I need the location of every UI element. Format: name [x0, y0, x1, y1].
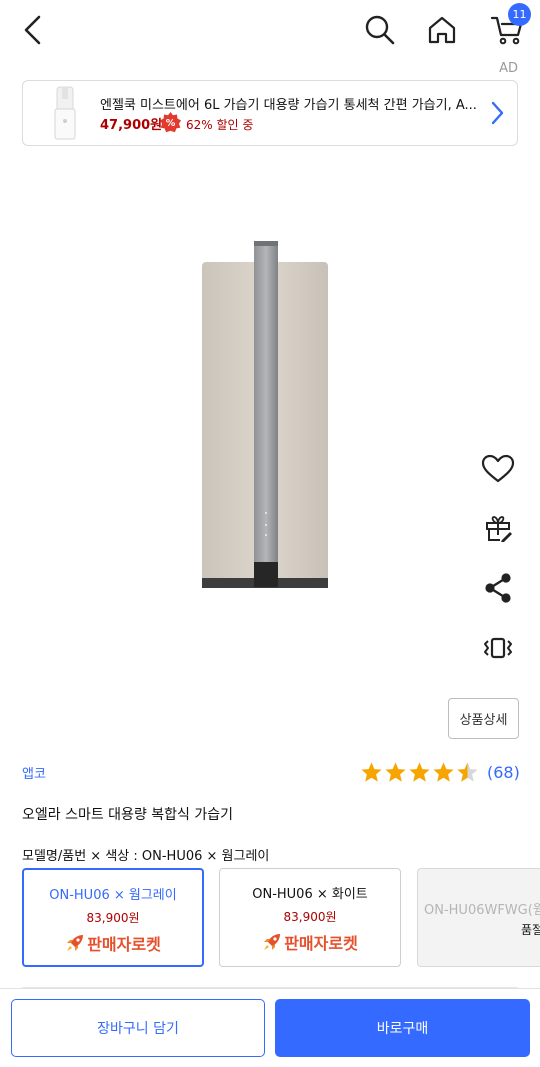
- svg-text:%: %: [166, 118, 176, 129]
- ad-label: AD: [499, 61, 518, 76]
- star-icon: [385, 761, 406, 782]
- option-card-white[interactable]: ON-HU06 × 화이트 83,900원 판매자로켓: [219, 868, 401, 967]
- home-button[interactable]: [422, 10, 462, 50]
- option-card-warm-gray[interactable]: ON-HU06 × 웜그레이 83,900원 판매자로켓: [22, 868, 204, 967]
- cart-count-badge: 11: [508, 3, 531, 26]
- add-to-cart-button[interactable]: 장바구니 담기: [11, 999, 265, 1057]
- top-bar: 11: [0, 0, 540, 60]
- ad-price: 47,900원: [100, 118, 163, 133]
- product-image: [202, 241, 328, 588]
- product-page: 11 AD 엔젤쿡 미스트에어 6L 가습기 대용량 가습기 통세척 간편 가습…: [0, 0, 540, 1067]
- ad-discount: 62% 할인 중: [186, 118, 254, 132]
- search-icon: [365, 15, 395, 45]
- ad-product-thumbnail: [54, 86, 76, 140]
- share-icon: [485, 573, 511, 603]
- buy-now-button[interactable]: 바로구매: [275, 999, 530, 1057]
- seller-rocket-badge: 판매자로켓: [24, 931, 202, 955]
- option-name: ON-HU06WFWG(웜: [424, 903, 540, 918]
- wishlist-button[interactable]: [478, 449, 518, 489]
- brand-link[interactable]: 앱코: [22, 763, 46, 782]
- share-button[interactable]: [478, 568, 518, 608]
- rating[interactable]: (68): [360, 758, 520, 786]
- rocket-badge-label: 판매자로켓: [87, 935, 161, 954]
- back-button[interactable]: [12, 10, 52, 50]
- heart-icon: [481, 454, 515, 483]
- option-label: 모델명/품번 × 색상 : ON-HU06 × 웜그레이: [22, 845, 269, 864]
- star-icon: [433, 761, 454, 782]
- star-icon: [409, 761, 430, 782]
- option-card-sold-out[interactable]: ON-HU06WFWG(웜 품절: [417, 868, 540, 967]
- option-price: 83,900원: [283, 910, 337, 924]
- rocket-icon: [67, 935, 84, 951]
- rocket-icon: [264, 934, 281, 950]
- product-detail-button[interactable]: 상품상세: [448, 698, 519, 739]
- gift-icon: [486, 516, 512, 542]
- seller-rocket-badge: 판매자로켓: [220, 930, 400, 954]
- vibrate-button[interactable]: [478, 628, 518, 668]
- chevron-right-icon: [491, 101, 504, 125]
- home-icon: [428, 16, 456, 44]
- back-icon: [24, 15, 41, 45]
- option-name: ON-HU06 × 화이트: [252, 887, 368, 902]
- half-star-icon: [457, 761, 478, 782]
- gift-button[interactable]: [478, 508, 518, 548]
- ad-banner[interactable]: 엔젤쿡 미스트에어 6L 가습기 대용량 가습기 통세척 간편 가습기, A..…: [22, 80, 518, 146]
- option-selected-value: ON-HU06 × 웜그레이: [141, 849, 270, 864]
- product-title: 오엘라 스마트 대용량 복합식 가습기: [22, 807, 233, 823]
- option-label-prefix: 모델명/품번 × 색상 :: [22, 849, 142, 864]
- discount-badge-icon: %: [160, 112, 181, 133]
- ad-title: 엔젤쿡 미스트에어 6L 가습기 대용량 가습기 통세척 간편 가습기, A..…: [100, 98, 477, 113]
- search-button[interactable]: [360, 10, 400, 50]
- review-count: (68): [487, 762, 520, 782]
- sold-out-label: 품절: [521, 923, 540, 937]
- option-price: 83,900원: [86, 911, 140, 925]
- vibrate-icon: [484, 637, 512, 659]
- option-name: ON-HU06 × 웜그레이: [49, 888, 177, 903]
- star-icon: [361, 761, 382, 782]
- bottom-action-bar: 장바구니 담기 바로구매: [0, 988, 540, 1067]
- rocket-badge-label: 판매자로켓: [284, 934, 358, 953]
